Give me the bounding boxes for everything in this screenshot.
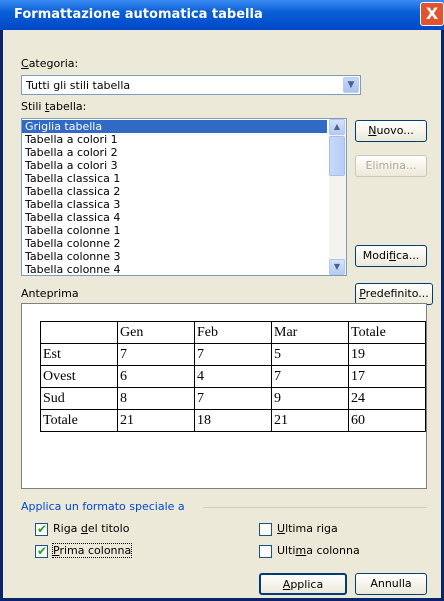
table-row: Ovest 6 4 7 17 [40, 365, 426, 388]
table-cell: 9 [271, 387, 349, 410]
list-item[interactable]: Tabella a colori 2 [22, 146, 327, 159]
table-row: Gen Feb Mar Totale [40, 321, 426, 344]
scroll-up-icon[interactable]: ▲ [329, 119, 345, 135]
table-cell: 21 [117, 409, 195, 432]
anteprima-preview: Gen Feb Mar Totale Est 7 7 5 19 Ovest 6 4 7 17 Sud 8 7 9 2… [21, 303, 427, 489]
chevron-down-icon[interactable]: ▼ [343, 77, 359, 93]
table-cell: 7 [194, 343, 272, 366]
categoria-label: Categoria: [21, 57, 79, 70]
listbox-scrollbar[interactable]: ▲ ▼ [329, 119, 346, 275]
table-cell: 7 [117, 343, 195, 366]
close-icon: X [425, 4, 439, 23]
table-cell [40, 321, 118, 344]
prima-colonna-checkbox[interactable]: ✔ [35, 544, 48, 558]
list-item[interactable]: Tabella colonne 1 [22, 224, 327, 237]
list-item[interactable]: Tabella a colori 1 [22, 133, 327, 146]
table-row: Totale 21 18 21 60 [40, 409, 426, 432]
table-cell: Totale [348, 321, 426, 344]
predefinito-button[interactable]: Predefinito... [355, 283, 433, 305]
annulla-button[interactable]: Annulla [355, 573, 427, 595]
table-cell: 17 [348, 365, 426, 388]
prima-colonna-label[interactable]: Prima colonna [51, 543, 133, 558]
table-cell: Sud [40, 387, 118, 410]
stili-listbox[interactable]: Griglia tabella Tabella a colori 1 Tabella… [21, 118, 347, 276]
list-item[interactable]: Tabella classica 1 [22, 172, 327, 185]
riga-titolo-checkbox[interactable]: ✔ [35, 522, 48, 536]
scroll-down-icon[interactable]: ▼ [329, 259, 345, 275]
dialog-title: Formattazione automatica tabella [14, 7, 263, 22]
nuovo-button[interactable]: Nuovo... [355, 120, 427, 142]
check-icon: ✔ [37, 544, 48, 558]
stili-items: Griglia tabella Tabella a colori 1 Tabella… [22, 120, 327, 275]
table-cell: Est [40, 343, 118, 366]
table-row: Sud 8 7 9 24 [40, 387, 426, 410]
table-cell: Mar [271, 321, 349, 344]
preview-table: Gen Feb Mar Totale Est 7 7 5 19 Ovest 6 4 7 17 Sud 8 7 9 2… [40, 321, 426, 432]
table-cell: 24 [348, 387, 426, 410]
list-item[interactable]: Tabella classica 3 [22, 198, 327, 211]
table-cell: 5 [271, 343, 349, 366]
ultima-riga-checkbox[interactable] [259, 523, 272, 536]
anteprima-label: Anteprima [21, 287, 79, 300]
table-row: Est 7 7 5 19 [40, 343, 426, 366]
table-cell: 19 [348, 343, 426, 366]
table-cell: 7 [194, 387, 272, 410]
riga-titolo-label[interactable]: Riga del titolo [53, 522, 129, 535]
scroll-thumb[interactable] [329, 136, 345, 176]
table-cell: 18 [194, 409, 272, 432]
applica-button[interactable]: Applica [259, 573, 347, 595]
table-cell: 7 [271, 365, 349, 388]
table-cell: Feb [194, 321, 272, 344]
table-cell: Ovest [40, 365, 118, 388]
stili-label: Stili tabella: [21, 100, 87, 113]
list-item[interactable]: Tabella colonne 2 [22, 237, 327, 250]
dialog-window: Formattazione automatica tabella X Categ… [0, 0, 444, 601]
close-button[interactable]: X [420, 2, 444, 26]
list-item[interactable]: Tabella colonne 3 [22, 250, 327, 263]
ultima-riga-label[interactable]: Ultima riga [277, 522, 338, 535]
table-cell: 8 [117, 387, 195, 410]
table-cell: Totale [40, 409, 118, 432]
categoria-value: Tutti gli stili tabella [26, 79, 131, 92]
ultima-colonna-label[interactable]: Ultima colonna [277, 544, 360, 557]
list-item[interactable]: Tabella a colori 3 [22, 159, 327, 172]
list-item[interactable]: Tabella classica 4 [22, 211, 327, 224]
categoria-select[interactable]: Tutti gli stili tabella ▼ [21, 75, 361, 95]
table-cell: 4 [194, 365, 272, 388]
table-cell: 21 [271, 409, 349, 432]
table-cell: 60 [348, 409, 426, 432]
list-item[interactable]: Tabella colonne 4 [22, 263, 327, 275]
list-item[interactable]: Griglia tabella [22, 120, 327, 133]
table-cell: Gen [117, 321, 195, 344]
title-bar[interactable]: Formattazione automatica tabella X [0, 0, 444, 30]
formato-speciale-title: Applica un formato speciale a [21, 500, 185, 513]
elimina-button[interactable]: Elimina... [355, 155, 427, 177]
ultima-colonna-checkbox[interactable] [259, 545, 272, 558]
list-item[interactable]: Tabella classica 2 [22, 185, 327, 198]
divider [203, 507, 427, 508]
table-cell: 6 [117, 365, 195, 388]
modifica-button[interactable]: Modifica... [355, 245, 427, 267]
check-icon: ✔ [37, 522, 48, 536]
